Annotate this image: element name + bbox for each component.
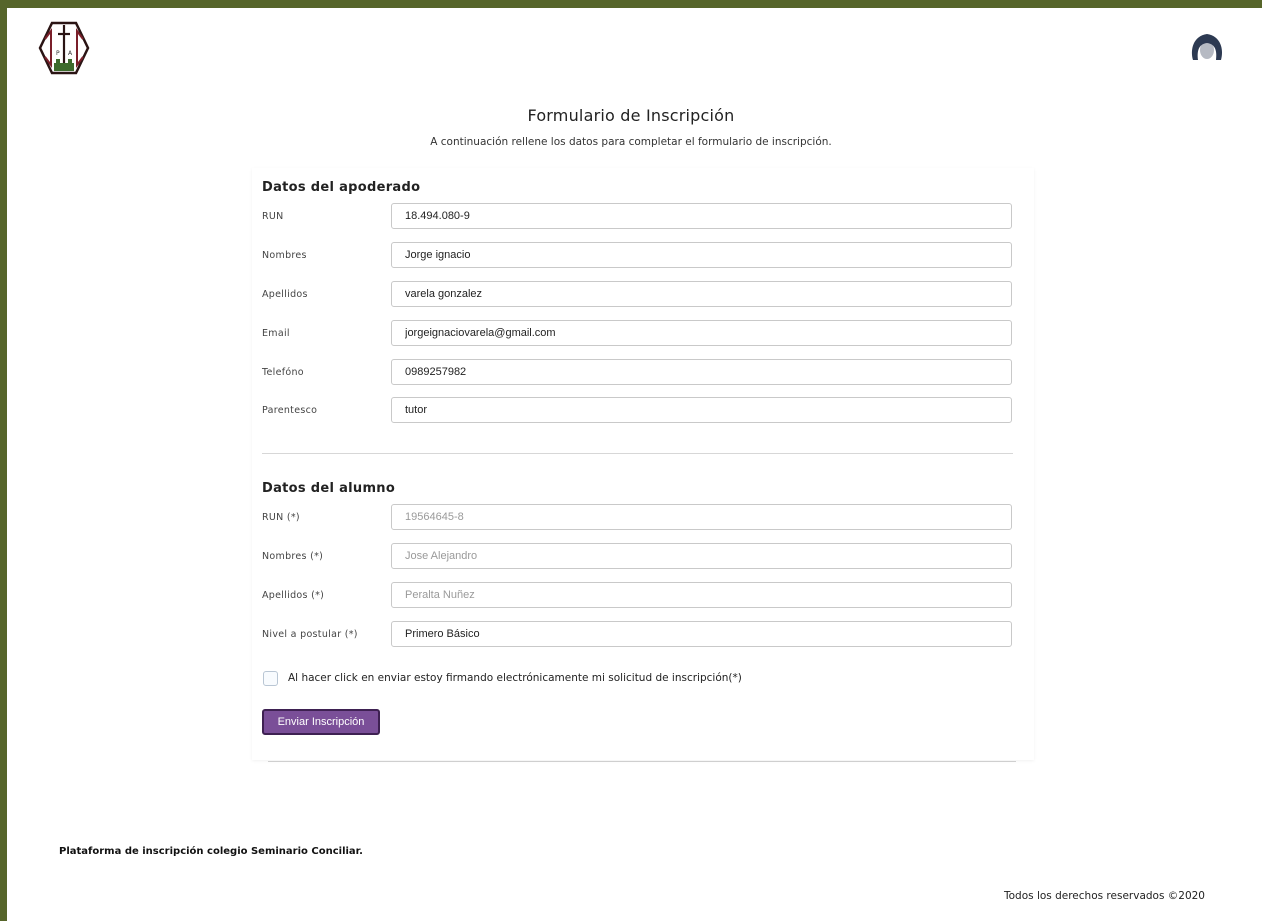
guardian-email-field[interactable]: [391, 320, 1012, 346]
section-divider: [262, 453, 1013, 454]
guardian-run-field[interactable]: [391, 203, 1012, 229]
guardian-run-label: RUN: [262, 211, 284, 222]
school-crest-icon[interactable]: P A: [38, 21, 90, 75]
guardian-relationship-field[interactable]: [391, 397, 1012, 423]
submit-enrollment-button[interactable]: Enviar Inscripción: [262, 709, 380, 735]
crest-letter-p: P: [56, 50, 60, 57]
guardian-names-label: Nombres: [262, 250, 307, 261]
guardian-names-field[interactable]: [391, 242, 1012, 268]
user-avatar-icon[interactable]: [1189, 30, 1225, 62]
student-names-label: Nombres (*): [262, 551, 324, 562]
guardian-phone-label: Telefóno: [262, 367, 304, 378]
guardian-phone-field[interactable]: [391, 359, 1012, 385]
page-title: Formulario de Inscripción: [527, 106, 735, 125]
guardian-lastnames-label: Apellidos: [262, 289, 308, 300]
footer-copyright: Todos los derechos reservados ©2020: [1004, 890, 1205, 902]
footer-platform-text: Plataforma de inscripción colegio Semina…: [59, 846, 363, 857]
student-lastnames-field[interactable]: [391, 582, 1012, 608]
guardian-relationship-label: Parentesco: [262, 405, 318, 416]
card-bottom-divider: [268, 761, 1016, 762]
student-level-label: Nivel a postular (*): [262, 629, 358, 640]
frame-top-border: [0, 0, 1262, 8]
guardian-lastnames-field[interactable]: [391, 281, 1012, 307]
student-lastnames-label: Apellidos (*): [262, 590, 325, 601]
student-section-title: Datos del alumno: [262, 481, 396, 496]
student-run-label: RUN (*): [262, 512, 300, 523]
student-level-field[interactable]: [391, 621, 1012, 647]
guardian-email-label: Email: [262, 328, 290, 339]
page-subtitle: A continuación rellene los datos para co…: [430, 136, 832, 148]
guardian-section-title: Datos del apoderado: [262, 180, 421, 195]
consent-checkbox[interactable]: [263, 671, 278, 686]
student-run-field[interactable]: [391, 504, 1012, 530]
consent-label: Al hacer click en enviar estoy firmando …: [288, 672, 742, 684]
student-names-field[interactable]: [391, 543, 1012, 569]
